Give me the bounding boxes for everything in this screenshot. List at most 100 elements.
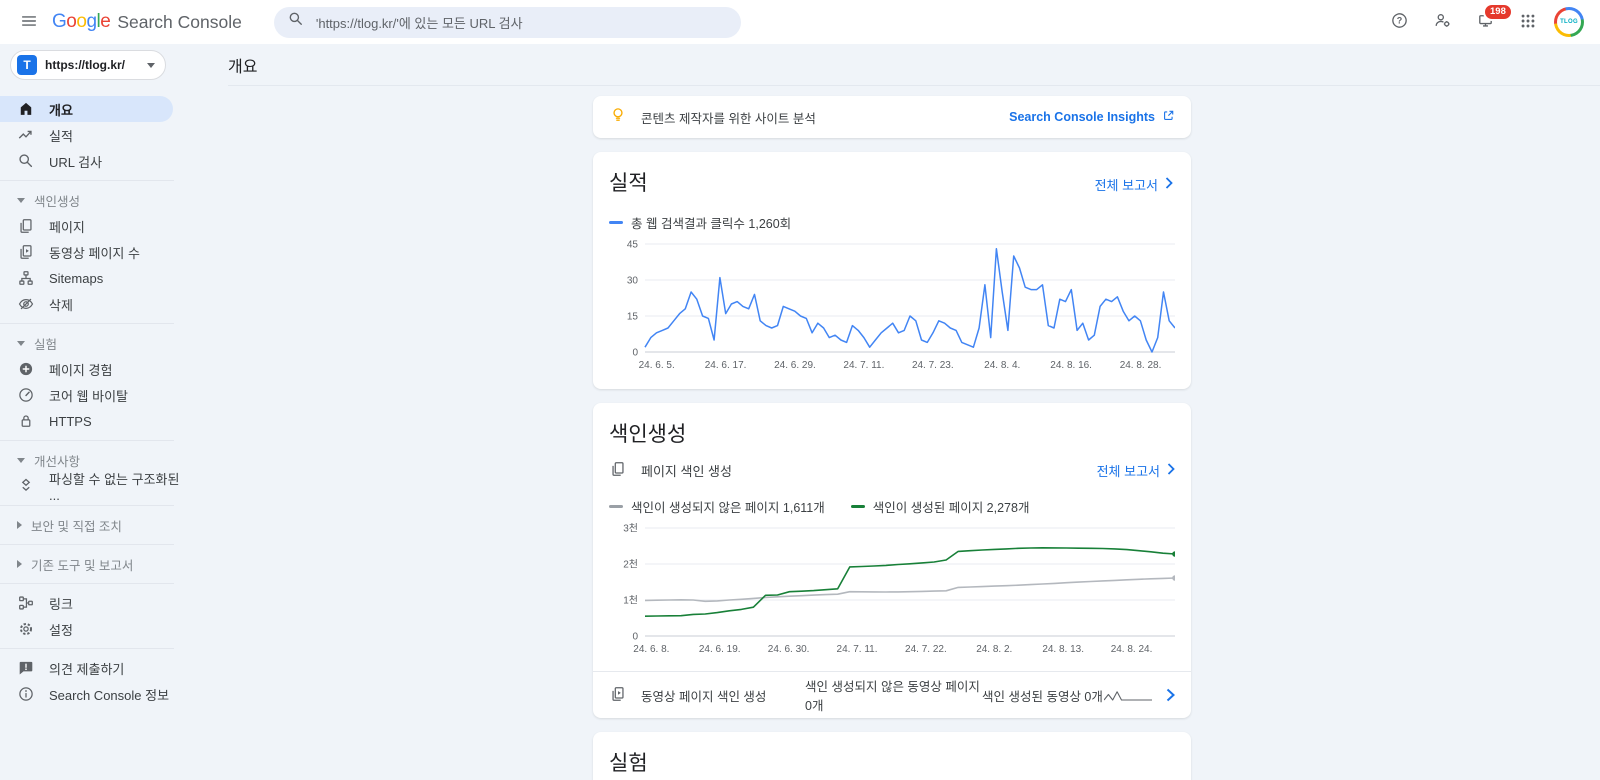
triangle-down-icon bbox=[17, 198, 25, 203]
help-button[interactable]: ? bbox=[1382, 5, 1416, 39]
experience-card-title: 실험 bbox=[609, 747, 1175, 777]
sidebar-item-label: 동영상 페이지 수 bbox=[49, 243, 140, 262]
property-selector[interactable]: T https://tlog.kr/ bbox=[10, 50, 166, 80]
search-icon bbox=[288, 11, 305, 33]
sidebar-item-label: 실적 bbox=[49, 126, 73, 145]
experience-card: 실험 bbox=[593, 732, 1191, 780]
trending-up-icon bbox=[17, 126, 35, 144]
sidebar-item-about[interactable]: Search Console 정보 bbox=[0, 681, 184, 707]
svg-text:15: 15 bbox=[627, 312, 639, 323]
search-placeholder: 'https://tlog.kr/'에 있는 모든 URL 검사 bbox=[316, 13, 523, 32]
svg-text:?: ? bbox=[1396, 16, 1402, 26]
sidebar-item-label: 페이지 bbox=[49, 217, 85, 236]
svg-text:24. 8. 13.: 24. 8. 13. bbox=[1042, 644, 1084, 654]
section-label: 보안 및 직접 조치 bbox=[31, 516, 122, 535]
divider bbox=[0, 180, 174, 181]
performance-chart: 015304524. 6. 5.24. 6. 17.24. 6. 29.24. … bbox=[609, 238, 1175, 375]
feedback-icon bbox=[17, 659, 35, 677]
svg-text:24. 6. 30.: 24. 6. 30. bbox=[768, 644, 810, 654]
sidebar-section-security[interactable]: 보안 및 직접 조치 bbox=[0, 512, 184, 538]
sidebar-item-core-web-vitals[interactable]: 코어 웹 바이탈 bbox=[0, 382, 184, 408]
sidebar-item-page-experience[interactable]: 페이지 경험 bbox=[0, 356, 184, 382]
triangle-right-icon bbox=[17, 521, 22, 529]
svg-text:24. 8. 4.: 24. 8. 4. bbox=[984, 360, 1020, 370]
svg-text:0: 0 bbox=[632, 348, 638, 359]
section-label: 개선사항 bbox=[34, 451, 80, 470]
sidebar-item-performance[interactable]: 실적 bbox=[0, 122, 184, 148]
sidebar-item-label: HTTPS bbox=[49, 414, 92, 429]
section-label: 기존 도구 및 보고서 bbox=[31, 555, 133, 574]
svg-text:24. 8. 28.: 24. 8. 28. bbox=[1120, 360, 1162, 370]
video-indexing-title: 동영상 페이지 색인 생성 bbox=[641, 686, 766, 705]
sidebar-item-sitemaps[interactable]: Sitemaps bbox=[0, 265, 184, 291]
link-label: Search Console Insights bbox=[1009, 110, 1155, 124]
sidebar-item-links[interactable]: 링크 bbox=[0, 590, 184, 616]
svg-text:1천: 1천 bbox=[623, 595, 638, 607]
sidebar-item-label: 개요 bbox=[49, 100, 73, 119]
video-indexed-count: 색인 생성된 동영상 0개 bbox=[982, 686, 1104, 705]
app-logo[interactable]: Google Search Console bbox=[52, 11, 242, 33]
sidebar-item-unparsable-structured-data[interactable]: 파싱할 수 없는 구조화된 ... bbox=[0, 473, 184, 499]
performance-full-report-link[interactable]: 전체 보고서 bbox=[1095, 175, 1173, 194]
sidebar-section-indexing[interactable]: 색인생성 bbox=[0, 187, 184, 213]
sidebar-item-url-inspection[interactable]: URL 검사 bbox=[0, 148, 184, 174]
sitemaps-icon bbox=[17, 269, 35, 287]
sidebar-item-feedback[interactable]: 의견 제출하기 bbox=[0, 655, 184, 681]
video-indexing-chevron[interactable] bbox=[1166, 688, 1175, 702]
svg-text:24. 8. 24.: 24. 8. 24. bbox=[1111, 644, 1153, 654]
topbar-actions: ? 198 bbox=[1382, 5, 1584, 39]
legend-label: 색인이 생성되지 않은 페이지 1,611개 bbox=[631, 497, 825, 516]
notifications-button[interactable]: 198 bbox=[1468, 5, 1502, 39]
section-label: 실험 bbox=[34, 334, 57, 353]
user-settings-button[interactable] bbox=[1425, 5, 1459, 39]
sidebar-item-label: 삭제 bbox=[49, 295, 73, 314]
svg-text:2천: 2천 bbox=[623, 559, 638, 571]
indexing-card: 색인생성 페이지 색인 생성 전체 보고서 bbox=[593, 403, 1191, 718]
hamburger-menu-button[interactable] bbox=[12, 5, 46, 39]
page-experience-icon bbox=[17, 360, 35, 378]
eye-off-icon bbox=[17, 295, 35, 313]
sidebar-item-overview[interactable]: 개요 bbox=[0, 96, 173, 122]
divider bbox=[0, 648, 174, 649]
link-label: 전체 보고서 bbox=[1095, 175, 1158, 194]
sidebar-section-experience[interactable]: 실험 bbox=[0, 330, 184, 356]
section-label: 색인생성 bbox=[34, 191, 80, 210]
sidebar-item-https[interactable]: HTTPS bbox=[0, 408, 184, 434]
divider bbox=[0, 440, 174, 441]
svg-text:24. 7. 11.: 24. 7. 11. bbox=[843, 360, 884, 370]
sidebar-item-settings[interactable]: 설정 bbox=[0, 616, 184, 642]
svg-text:24. 8. 2.: 24. 8. 2. bbox=[976, 644, 1012, 654]
home-icon bbox=[17, 100, 35, 118]
svg-text:24. 6. 8.: 24. 6. 8. bbox=[633, 644, 669, 654]
sidebar-item-video-pages[interactable]: 동영상 페이지 수 bbox=[0, 239, 184, 265]
sidebar-item-label: 설정 bbox=[49, 620, 73, 639]
sidebar-item-label: Search Console 정보 bbox=[49, 685, 169, 704]
main-content: 개요 콘텐츠 제작자를 위한 사이트 분석 Search Console Ins… bbox=[184, 44, 1600, 780]
svg-text:24. 6. 29.: 24. 6. 29. bbox=[774, 360, 816, 370]
svg-text:24. 7. 11.: 24. 7. 11. bbox=[837, 644, 878, 654]
user-gear-icon bbox=[1433, 11, 1452, 33]
url-inspect-search-input[interactable]: 'https://tlog.kr/'에 있는 모든 URL 검사 bbox=[274, 7, 741, 38]
sidebar-item-pages[interactable]: 페이지 bbox=[0, 213, 184, 239]
hamburger-icon bbox=[20, 12, 38, 33]
indexing-full-report-link[interactable]: 전체 보고서 bbox=[1097, 461, 1175, 480]
search-console-insights-link[interactable]: Search Console Insights bbox=[1009, 109, 1175, 125]
sidebar-item-removals[interactable]: 삭제 bbox=[0, 291, 184, 317]
svg-text:0: 0 bbox=[632, 632, 638, 643]
sidebar-item-label: 의견 제출하기 bbox=[49, 659, 124, 678]
sidebar-section-legacy-tools[interactable]: 기존 도구 및 보고서 bbox=[0, 551, 184, 577]
video-indexing-row[interactable]: 동영상 페이지 색인 생성 색인 생성되지 않은 동영상 페이지 0개 색인 생… bbox=[609, 672, 1175, 718]
property-initial-badge: T bbox=[17, 55, 37, 75]
divider bbox=[0, 583, 174, 584]
apps-grid-icon bbox=[1519, 12, 1537, 33]
page-header: 개요 bbox=[228, 44, 1600, 86]
chevron-down-icon bbox=[147, 63, 155, 68]
page-indexing-subheader: 페이지 색인 생성 전체 보고서 bbox=[609, 460, 1175, 481]
triangle-down-icon bbox=[17, 458, 25, 463]
notification-count-badge: 198 bbox=[1483, 3, 1513, 21]
apps-grid-button[interactable] bbox=[1511, 5, 1545, 39]
account-avatar[interactable]: TLOG bbox=[1554, 7, 1584, 37]
legend-item-clicks: 총 웹 검색결과 클릭수 1,260회 bbox=[609, 213, 791, 232]
performance-card-title: 실적 bbox=[609, 167, 1175, 197]
sidebar-nav: 개요 실적 URL 검사 색인생성 bbox=[0, 96, 184, 707]
